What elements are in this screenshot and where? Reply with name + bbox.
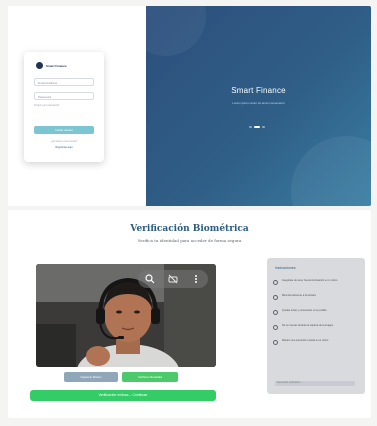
carousel-dot-active[interactable] <box>254 126 260 128</box>
check-circle-icon <box>273 340 278 345</box>
instructions-title: Instrucciones <box>275 266 296 270</box>
login-left-panel: Smart Finance Email Address Password For… <box>8 6 146 206</box>
hero-title: Smart Finance <box>231 86 286 95</box>
instruction-item: Mantén una expresión neutral en el rostr… <box>273 338 361 353</box>
screenshot-composite: Smart Finance Email Address Password For… <box>0 0 377 426</box>
instruction-item: Quítate lentes y accesorios si es posibl… <box>273 308 361 323</box>
signup-prompt: ¿No tienes una cuenta? <box>50 140 78 143</box>
instruction-item: Asegúrate de tener buena iluminación en … <box>273 278 361 293</box>
carousel-dots <box>249 126 265 128</box>
instruction-item: No te muevas durante la captura de la im… <box>273 323 361 338</box>
check-circle-icon <box>273 280 278 285</box>
check-circle-icon <box>273 295 278 300</box>
instruction-text: Asegúrate de tener buena iluminación en … <box>282 279 338 282</box>
status-bar: Esperando verificación... <box>275 381 355 386</box>
login-card: Smart Finance Email Address Password For… <box>24 52 104 162</box>
instruction-text: Quítate lentes y accesorios si es posibl… <box>282 309 327 312</box>
brand-logo: Smart Finance <box>36 62 67 69</box>
logo-icon <box>36 62 43 69</box>
brand-name: Smart Finance <box>46 63 67 68</box>
carousel-dot[interactable] <box>249 126 252 128</box>
instruction-text: No te muevas durante la captura de la im… <box>282 324 334 327</box>
page-title: Verificación Biométrica <box>130 224 249 234</box>
hero-decor-circle <box>291 136 371 206</box>
login-button[interactable]: Iniciar sesión <box>34 126 94 134</box>
camera-flip-icon[interactable] <box>167 273 179 285</box>
instruction-item: Mira directamente a la cámara <box>273 293 361 308</box>
camera-toolbar <box>138 270 208 288</box>
magnify-icon[interactable] <box>144 273 156 285</box>
biometric-screen: Verificación Biométrica Verifica tu iden… <box>8 210 371 418</box>
more-vert-icon[interactable] <box>190 273 202 285</box>
instruction-text: Mantén una expresión neutral en el rostr… <box>282 339 329 342</box>
carousel-dot[interactable] <box>262 126 265 128</box>
instruction-text: Mira directamente a la cámara <box>282 294 316 297</box>
forgot-password-link[interactable]: Forgot your password? <box>34 104 60 107</box>
email-field[interactable]: Email Address <box>34 78 94 86</box>
instructions-list: Asegúrate de tener buena iluminación en … <box>273 278 361 353</box>
login-hero-panel: Smart Finance Lorem ipsum dolor sit amet… <box>146 6 371 206</box>
hero-decor-circle <box>146 6 206 56</box>
signup-link[interactable]: Regístrate aquí <box>24 146 104 149</box>
verify-button[interactable]: Verificar Identidad <box>122 372 178 382</box>
continue-button[interactable]: Verificación exitosa – Continuar <box>30 390 216 401</box>
check-circle-icon <box>273 325 278 330</box>
capture-button[interactable]: Capturar Rostro <box>64 372 118 382</box>
password-field[interactable]: Password <box>34 92 94 100</box>
camera-actions: Capturar Rostro Verificar Identidad <box>64 372 178 382</box>
camera-preview <box>36 264 216 367</box>
check-circle-icon <box>273 310 278 315</box>
hero-subtitle: Lorem ipsum dolor sit amet consectetur <box>232 101 285 105</box>
login-screen: Smart Finance Email Address Password For… <box>8 6 371 206</box>
page-subtitle: Verifica tu identidad para acceder de fo… <box>137 238 242 243</box>
instructions-panel: Instrucciones Asegúrate de tener buena i… <box>267 258 365 394</box>
